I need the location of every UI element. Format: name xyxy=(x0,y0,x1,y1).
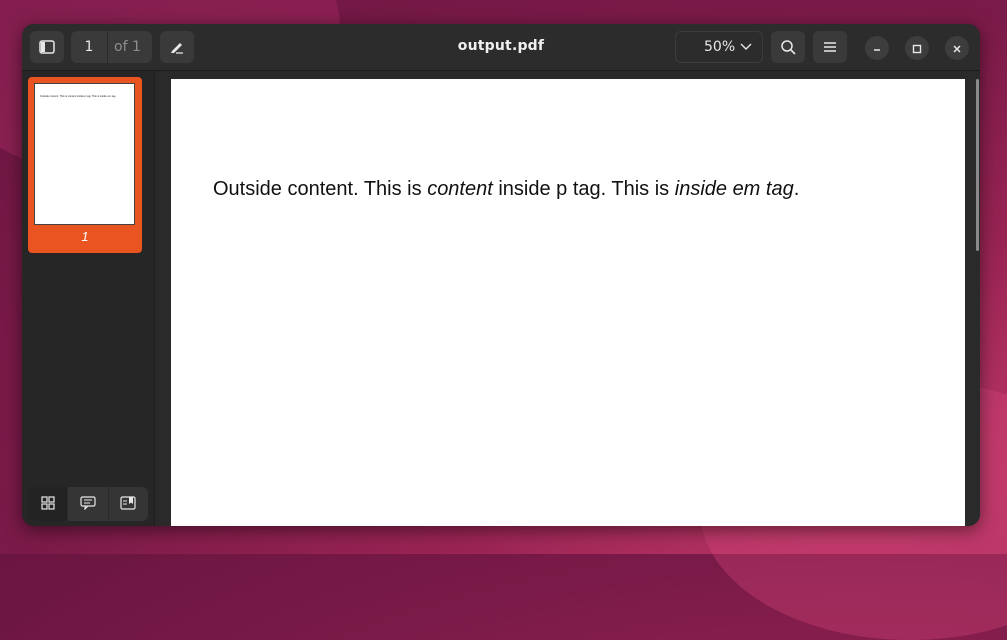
annotations-view-button[interactable] xyxy=(67,487,107,521)
zoom-dropdown[interactable]: 50% xyxy=(675,31,763,63)
page-text: Outside content. This is content inside … xyxy=(213,178,799,201)
thumbnail-preview-text: Outside content. This is content inside … xyxy=(40,95,117,98)
text-em-content: content xyxy=(427,178,493,200)
document-view[interactable]: Outside content. This is content inside … xyxy=(155,71,980,526)
close-icon xyxy=(952,39,962,58)
bookmarks-view-button[interactable] xyxy=(107,487,148,521)
thumbnails-view-button[interactable] xyxy=(28,487,68,521)
annotate-button[interactable] xyxy=(160,31,194,63)
thumbnail-page-label: 1 xyxy=(81,229,89,244)
text-inside-p: inside p tag. This is xyxy=(492,178,675,200)
maximize-icon xyxy=(912,39,922,58)
text-outside: Outside content. This is xyxy=(213,178,428,200)
sidebar-view-switcher xyxy=(28,487,148,521)
vertical-scrollbar[interactable] xyxy=(976,79,979,251)
text-period: . xyxy=(793,178,800,200)
maximize-button[interactable] xyxy=(905,36,929,60)
thumbnail-preview: Outside content. This is content inside … xyxy=(34,83,135,225)
current-page-input[interactable]: 1 xyxy=(71,31,108,63)
search-button[interactable] xyxy=(771,31,805,63)
page-thumbnail[interactable]: Outside content. This is content inside … xyxy=(28,77,142,253)
main-menu-button[interactable] xyxy=(813,31,847,63)
sidebar-toggle-button[interactable] xyxy=(30,31,64,63)
text-em-inside: inside em tag xyxy=(674,178,794,200)
thumbnail-sidebar: Outside content. This is content inside … xyxy=(22,71,155,526)
sidebar-panel-icon xyxy=(39,40,55,54)
pdf-viewer-window: 1 of 1 output.pdf 50% Outside content. T… xyxy=(22,24,980,526)
pen-annotate-icon xyxy=(169,39,185,55)
annotations-icon xyxy=(80,495,96,514)
grid-thumbnails-icon xyxy=(41,495,55,514)
minimize-button[interactable] xyxy=(865,36,889,60)
page-navigator: 1 of 1 xyxy=(71,31,152,63)
pdf-page: Outside content. This is content inside … xyxy=(171,79,965,526)
hamburger-menu-icon xyxy=(823,41,837,53)
page-total-label: of 1 xyxy=(114,39,141,55)
search-icon xyxy=(780,39,796,55)
close-button[interactable] xyxy=(945,36,969,60)
zoom-value: 50% xyxy=(704,39,736,55)
bookmarks-icon xyxy=(120,495,136,514)
minimize-icon xyxy=(872,39,882,58)
header-bar: 1 of 1 output.pdf 50% xyxy=(22,24,980,71)
